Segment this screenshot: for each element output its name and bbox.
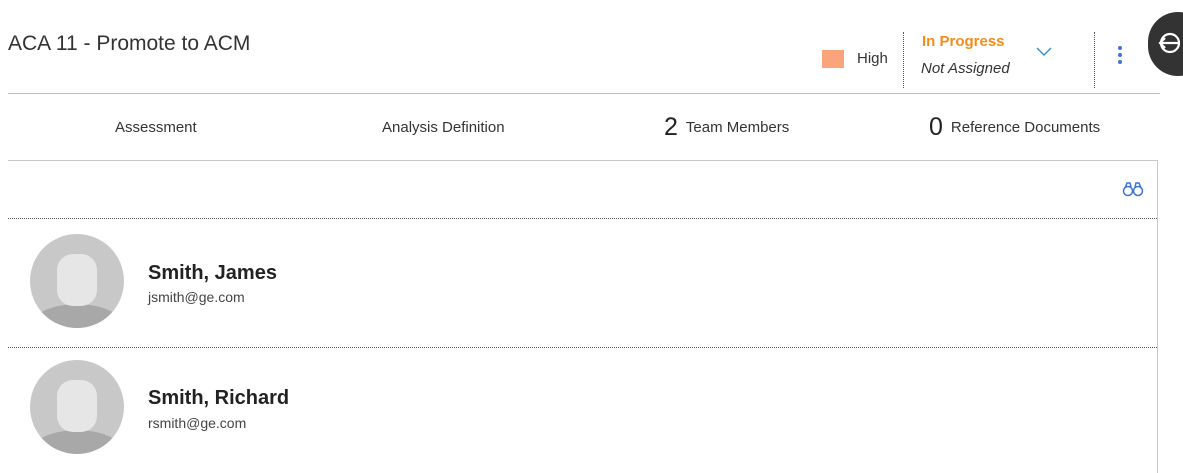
header-divider [903, 32, 904, 88]
state-label[interactable]: In Progress [922, 33, 1005, 50]
page-title: ACA 11 - Promote to ACM [8, 32, 251, 55]
member-email: rsmith@ge.com [148, 415, 247, 431]
avatar [30, 360, 124, 454]
record-tabs: Assessment Analysis Definition 2 Team Me… [8, 94, 1160, 160]
navigate-back-icon [1158, 32, 1181, 54]
tab-count: 2 [664, 112, 678, 141]
tab-reference-documents[interactable]: 0 Reference Documents [929, 94, 1100, 160]
tab-assessment[interactable]: Assessment [115, 94, 197, 160]
member-email: jsmith@ge.com [148, 289, 245, 305]
avatar [30, 234, 124, 328]
chevron-down-icon[interactable] [1034, 44, 1054, 58]
header-divider [1094, 32, 1095, 88]
kebab-menu-icon[interactable] [1113, 46, 1127, 70]
side-panel-toggle-button[interactable] [1148, 12, 1183, 76]
panel-border [1157, 160, 1158, 473]
priority-color-swatch [822, 50, 844, 68]
tab-label: Assessment [115, 118, 197, 136]
tab-label: Team Members [685, 118, 790, 136]
tab-label: Reference Documents [950, 118, 1101, 136]
assignee-label: Not Assigned [921, 60, 1010, 77]
list-item[interactable]: Smith, James jsmith@ge.com [8, 232, 1157, 328]
tab-count: 0 [929, 112, 943, 141]
record-header: ACA 11 - Promote to ACM High In Progress… [0, 0, 1160, 93]
tab-label: Analysis Definition [382, 118, 505, 136]
tab-analysis-definition[interactable]: Analysis Definition [382, 94, 505, 160]
member-name: Smith, Richard [148, 387, 290, 409]
member-name: Smith, James [148, 262, 277, 284]
list-divider [8, 218, 1157, 219]
list-divider [8, 347, 1157, 348]
binoculars-icon[interactable] [1122, 181, 1144, 197]
priority-label: High [857, 50, 888, 67]
tabs-separator [8, 160, 1158, 161]
tab-team-members[interactable]: 2 Team Members [664, 94, 789, 160]
list-item[interactable]: Smith, Richard rsmith@ge.com [8, 358, 1157, 454]
